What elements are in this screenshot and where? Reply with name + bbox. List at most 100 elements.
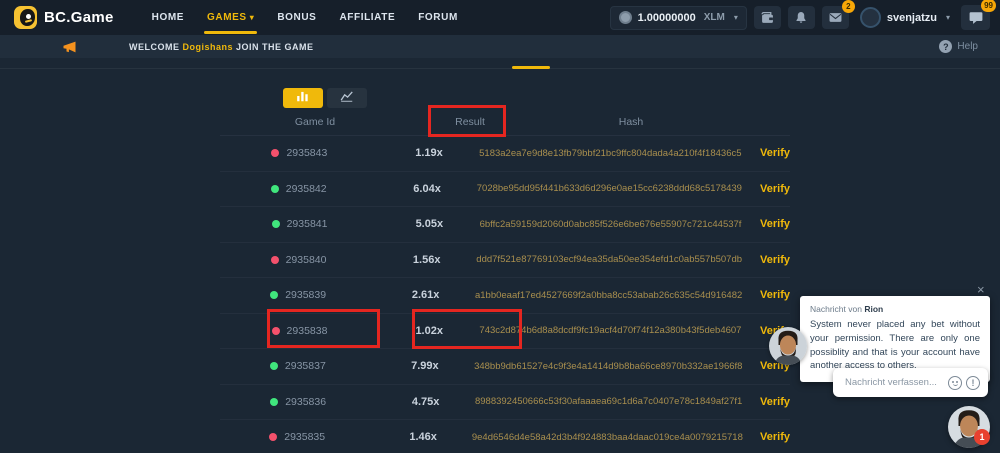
notifications-button[interactable] [788, 6, 815, 29]
top-navbar: BC.Game HOME GAMES ▾ BONUS AFFILIATE FOR… [0, 0, 1000, 35]
nav-item-games-label: GAMES [207, 12, 247, 23]
hash-value[interactable]: 9e4d6546d4e58a42d3b4f924883baa4daac019ce… [472, 432, 743, 443]
balance-currency: XLM [704, 12, 725, 23]
annotation-box-game-id [267, 309, 380, 348]
annotation-box-result-header [428, 105, 506, 137]
verify-link[interactable]: Verify [741, 218, 790, 230]
table-row: 29358364.75x8988392450666c53f30afaaaea69… [220, 385, 790, 421]
announcement-prefix: WELCOME [129, 42, 180, 52]
status-dot-icon [270, 362, 278, 370]
result-value: 2.61x [376, 289, 475, 301]
game-id: 2935843 [286, 147, 327, 159]
hash-value[interactable]: 5183a2ea7e9d8e13fb79bbf21bc9ffc804dada4a… [479, 148, 741, 159]
chevron-down-icon: ▾ [946, 13, 950, 22]
status-dot-icon [272, 220, 280, 228]
chat-unread-badge: 1 [974, 429, 990, 445]
announcement-username: Dogishans [183, 42, 234, 52]
chevron-down-icon: ▾ [250, 13, 255, 22]
game-id: 2935840 [286, 254, 327, 266]
game-id-cell: 2935837 [220, 360, 376, 372]
sender-avatar[interactable] [769, 327, 807, 365]
envelope-icon [829, 12, 842, 23]
hash-value[interactable]: 7028be95dd95f441b633d6d296e0ae15cc6238dd… [477, 183, 742, 194]
main-nav: HOME GAMES ▾ BONUS AFFILIATE FORUM [152, 0, 458, 35]
game-id: 2935841 [287, 218, 328, 230]
balance-amount: 1.00000000 [638, 12, 696, 24]
hash-value[interactable]: 8988392450666c53f30afaaaea69c1d6a7c0407e… [475, 396, 742, 407]
megaphone-icon [62, 41, 77, 53]
announcement-suffix: JOIN THE GAME [236, 42, 314, 52]
hash-value[interactable]: ddd7f521e87769103ecf94ea35da50ee354efd1c… [476, 254, 742, 265]
nav-item-affiliate[interactable]: AFFILIATE [339, 0, 395, 35]
balance-selector[interactable]: 1.00000000 XLM ▾ [610, 6, 747, 30]
tab-trends[interactable] [327, 88, 367, 108]
verify-link[interactable]: Verify [743, 431, 790, 443]
header-game-id: Game Id [220, 116, 410, 128]
user-menu[interactable]: svenjatzu ▾ [860, 7, 950, 28]
bar-chart-icon [296, 89, 310, 107]
chat-toggle-button[interactable]: 99 [961, 5, 990, 30]
brand-logo[interactable]: BC.Game [14, 6, 114, 29]
nav-item-home[interactable]: HOME [152, 0, 184, 35]
close-icon[interactable]: × [977, 282, 985, 297]
nav-item-forum[interactable]: FORUM [418, 0, 458, 35]
game-id-cell: 2935841 [220, 218, 379, 230]
verify-link[interactable]: Verify [742, 183, 790, 195]
game-history-table: Game Id Result Hash 29358431.19x5183a2ea… [220, 108, 790, 453]
bell-icon [795, 11, 807, 24]
help-label: Help [957, 41, 978, 52]
message-from-label: Nachricht von [810, 304, 862, 314]
status-dot-icon [270, 398, 278, 406]
verify-link[interactable]: Verify [742, 254, 790, 266]
wallet-button[interactable] [754, 6, 781, 29]
status-dot-icon [269, 433, 277, 441]
chat-message-text: System never placed any bet without your… [810, 318, 980, 373]
result-value: 1.56x [377, 254, 476, 266]
chat-message-meta: Nachricht von Rion [810, 304, 980, 314]
table-body: 29358431.19x5183a2ea7e9d8e13fb79bbf21bc9… [220, 136, 790, 453]
chevron-down-icon: ▾ [734, 13, 738, 22]
question-mark-icon: ? [939, 40, 952, 53]
status-dot-icon [270, 291, 278, 299]
info-icon[interactable]: ! [966, 376, 980, 390]
result-value: 7.99x [376, 360, 474, 372]
chat-bubble-icon [969, 11, 983, 24]
announcement-bar: WELCOME Dogishans JOIN THE GAME ? Help [0, 35, 1000, 58]
verify-link[interactable]: Verify [742, 289, 790, 301]
history-view-tabs [283, 88, 367, 108]
chat-message-input[interactable] [845, 377, 944, 388]
nav-item-games[interactable]: GAMES ▾ [207, 0, 254, 35]
content-divider [0, 68, 1000, 69]
trend-line-icon [340, 89, 354, 107]
sender-name: Rion [864, 304, 883, 314]
navbar-right: 1.00000000 XLM ▾ 2 [610, 5, 990, 30]
chat-input-bar: ! [833, 368, 988, 397]
hash-value[interactable]: 348bb9db61527e4c9f3e4a1414d9b8ba66ce8970… [474, 361, 742, 372]
messages-badge: 2 [842, 0, 855, 13]
status-dot-icon [271, 256, 279, 264]
verify-link[interactable]: Verify [742, 147, 790, 159]
brand-name: BC.Game [44, 9, 114, 26]
game-id: 2935835 [284, 431, 325, 443]
table-row: 29358431.19x5183a2ea7e9d8e13fb79bbf21bc9… [220, 136, 790, 172]
result-value: 6.04x [377, 183, 476, 195]
game-id-cell: 2935835 [220, 431, 374, 443]
game-id: 2935836 [285, 396, 326, 408]
table-row: 2935840 1.56xddd7f521e87769103ecf94ea35da… [220, 243, 790, 279]
status-dot-icon [271, 185, 279, 193]
emoji-icon[interactable] [948, 376, 962, 390]
user-avatar [860, 7, 881, 28]
table-row: 29358415.05x6bffc2a59159d2060d0abc85f526… [220, 207, 790, 243]
hash-value[interactable]: 6bffc2a59159d2060d0abc85f526e6be676e5590… [480, 219, 742, 230]
verify-link[interactable]: Verify [742, 396, 790, 408]
username: svenjatzu [887, 12, 937, 24]
nav-item-bonus[interactable]: BONUS [277, 0, 316, 35]
coin-icon [619, 11, 632, 24]
help-button[interactable]: ? Help [939, 40, 978, 53]
game-id-cell: 2935840 [220, 254, 377, 266]
hash-value[interactable]: a1bb0eaaf17ed4527669f2a0bba8cc53abab26c6… [475, 290, 742, 301]
messages-button[interactable]: 2 [822, 6, 849, 29]
table-row: 29358351.46x9e4d6546d4e58a42d3b4f924883b… [220, 420, 790, 453]
header-hash: Hash [530, 116, 732, 128]
tab-my-bets[interactable] [283, 88, 323, 108]
